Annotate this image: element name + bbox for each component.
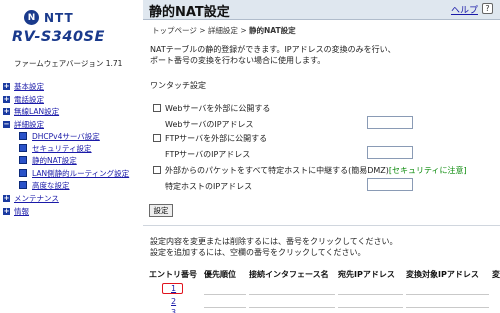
table-cell <box>406 283 489 295</box>
help-icon[interactable]: ? <box>482 3 493 14</box>
intro-text-line1: NATテーブルの静的登録ができます。IPアドレスの変換のみを行い、 <box>150 45 396 54</box>
breadcrumb-detail[interactable]: 詳細設定 <box>208 26 238 35</box>
sidebar-item-wlan[interactable]: + 無線LAN設定 <box>3 106 59 116</box>
sidebar-item-label[interactable]: 基本設定 <box>14 81 44 92</box>
breadcrumb-separator: > <box>199 26 206 35</box>
breadcrumb-current: 静的NAT設定 <box>249 26 296 35</box>
title-bar: 静的NAT設定 ヘルプ ? <box>143 0 500 20</box>
sidebar-subitem-advanced-settings[interactable]: 高度な設定 <box>19 180 70 190</box>
main-content: 静的NAT設定 ヘルプ ? トップページ > 詳細設定 > 静的NAT設定 NA… <box>143 0 500 313</box>
model-name: RV-S340SE <box>12 29 105 45</box>
dmz-security-warning: [セキュリティに注意] <box>388 166 467 175</box>
sidebar-item-label[interactable]: 情報 <box>14 206 29 217</box>
expand-icon[interactable]: + <box>3 107 10 115</box>
table-cell <box>204 283 246 295</box>
web-server-ip-label: WebサーバのIPアドレス <box>165 120 254 129</box>
dmz-host-ip-label: 特定ホストのIPアドレス <box>165 182 253 191</box>
sidebar-subitem-label[interactable]: 高度な設定 <box>32 180 70 191</box>
sidebar-subitem-dhcp[interactable]: DHCPv4サーバ設定 <box>19 131 100 141</box>
breadcrumb-top[interactable]: トップページ <box>152 26 197 35</box>
sidebar-item-advanced[interactable]: − 詳細設定 <box>3 119 44 129</box>
sidebar-item-label[interactable]: 無線LAN設定 <box>14 106 59 117</box>
ftp-server-ip-input[interactable] <box>367 146 413 159</box>
table-row: 1 <box>143 283 500 295</box>
header-entry-number: エントリ番号 <box>149 270 197 279</box>
sidebar-subitem-label[interactable]: LAN側静的ルーティング設定 <box>32 168 129 179</box>
page-icon <box>19 144 27 152</box>
page-icon <box>19 181 27 189</box>
divider <box>143 225 500 226</box>
dmz-checkbox[interactable] <box>153 166 161 174</box>
dmz-host-ip-input[interactable] <box>367 178 413 191</box>
sidebar-subitem-label[interactable]: 静的NAT設定 <box>32 155 77 166</box>
header-truncated: 変 <box>492 270 500 279</box>
ntt-logo: N NTT <box>24 10 74 25</box>
sidebar-item-maintenance[interactable]: + メンテナンス <box>3 193 59 203</box>
header-destination-ip: 宛先IPアドレス <box>338 270 395 279</box>
ftp-server-label: FTPサーバを外部に公開する <box>165 134 268 143</box>
header-priority: 優先順位 <box>204 270 236 279</box>
dmz-row: 外部からのパケットをすべて特定ホストに中継する(簡易DMZ)[セキュリティに注意… <box>165 165 467 176</box>
dmz-label: 外部からのパケットをすべて特定ホストに中継する(簡易DMZ) <box>165 166 389 175</box>
instruction-line2: 設定を追加するには、空欄の番号をクリックしてください。 <box>150 248 366 257</box>
sidebar-item-label[interactable]: 詳細設定 <box>14 119 44 130</box>
ftp-server-checkbox[interactable] <box>153 134 161 142</box>
sidebar-subitem-lan-routing[interactable]: LAN側静的ルーティング設定 <box>19 168 129 178</box>
web-server-checkbox[interactable] <box>153 104 161 112</box>
expand-icon[interactable]: + <box>3 95 10 103</box>
breadcrumb-separator: > <box>240 26 247 35</box>
page-icon <box>19 156 27 164</box>
ntt-logo-text: NTT <box>44 10 74 25</box>
intro-text-line2: ポート番号の変換を行わない場合に使用します。 <box>150 56 326 65</box>
sidebar: N NTT RV-S340SE ファームウェアバージョン 1.71 + 基本設定… <box>0 0 143 313</box>
sidebar-subitem-security[interactable]: セキュリティ設定 <box>19 143 92 153</box>
ntt-logo-icon: N <box>24 10 39 25</box>
sidebar-item-label[interactable]: メンテナンス <box>14 193 59 204</box>
header-translated-ip: 変換対象IPアドレス <box>406 270 479 279</box>
expand-icon[interactable]: + <box>3 194 10 202</box>
table-cell <box>249 283 335 295</box>
sidebar-subitem-static-nat[interactable]: 静的NAT設定 <box>19 155 77 165</box>
breadcrumb: トップページ > 詳細設定 > 静的NAT設定 <box>152 25 296 36</box>
web-server-label: Webサーバを外部に公開する <box>165 104 271 113</box>
page-title: 静的NAT設定 <box>149 5 230 20</box>
table-row: 3 <box>143 307 500 313</box>
instruction-line1: 設定内容を変更または削除するには、番号をクリックしてください。 <box>150 237 398 246</box>
table-header: エントリ番号 優先順位 接続インタフェース名 宛先IPアドレス 変換対象IPアド… <box>143 267 500 281</box>
sidebar-subitem-label[interactable]: セキュリティ設定 <box>32 143 92 154</box>
sidebar-item-info[interactable]: + 情報 <box>3 206 29 216</box>
help-link[interactable]: ヘルプ <box>451 3 478 16</box>
set-button[interactable]: 設定 <box>149 204 173 217</box>
entry-number-link[interactable]: 2 <box>171 297 176 306</box>
entry-number-link[interactable]: 1 <box>171 284 176 293</box>
entry-number-link[interactable]: 3 <box>171 308 176 313</box>
sidebar-subitem-label[interactable]: DHCPv4サーバ設定 <box>32 131 100 142</box>
collapse-icon[interactable]: − <box>3 120 10 128</box>
firmware-version: ファームウェアバージョン 1.71 <box>14 59 123 68</box>
expand-icon[interactable]: + <box>3 207 10 215</box>
page-icon <box>19 169 27 177</box>
header-interface-name: 接続インタフェース名 <box>249 270 329 279</box>
web-server-ip-input[interactable] <box>367 116 413 129</box>
sidebar-item-label[interactable]: 電話設定 <box>14 94 44 105</box>
sidebar-item-basic[interactable]: + 基本設定 <box>3 81 44 91</box>
table-cell <box>338 283 403 295</box>
expand-icon[interactable]: + <box>3 82 10 90</box>
sidebar-item-phone[interactable]: + 電話設定 <box>3 94 44 104</box>
onetouch-heading: ワンタッチ設定 <box>150 81 206 90</box>
ftp-server-ip-label: FTPサーバのIPアドレス <box>165 150 251 159</box>
page-icon <box>19 132 27 140</box>
